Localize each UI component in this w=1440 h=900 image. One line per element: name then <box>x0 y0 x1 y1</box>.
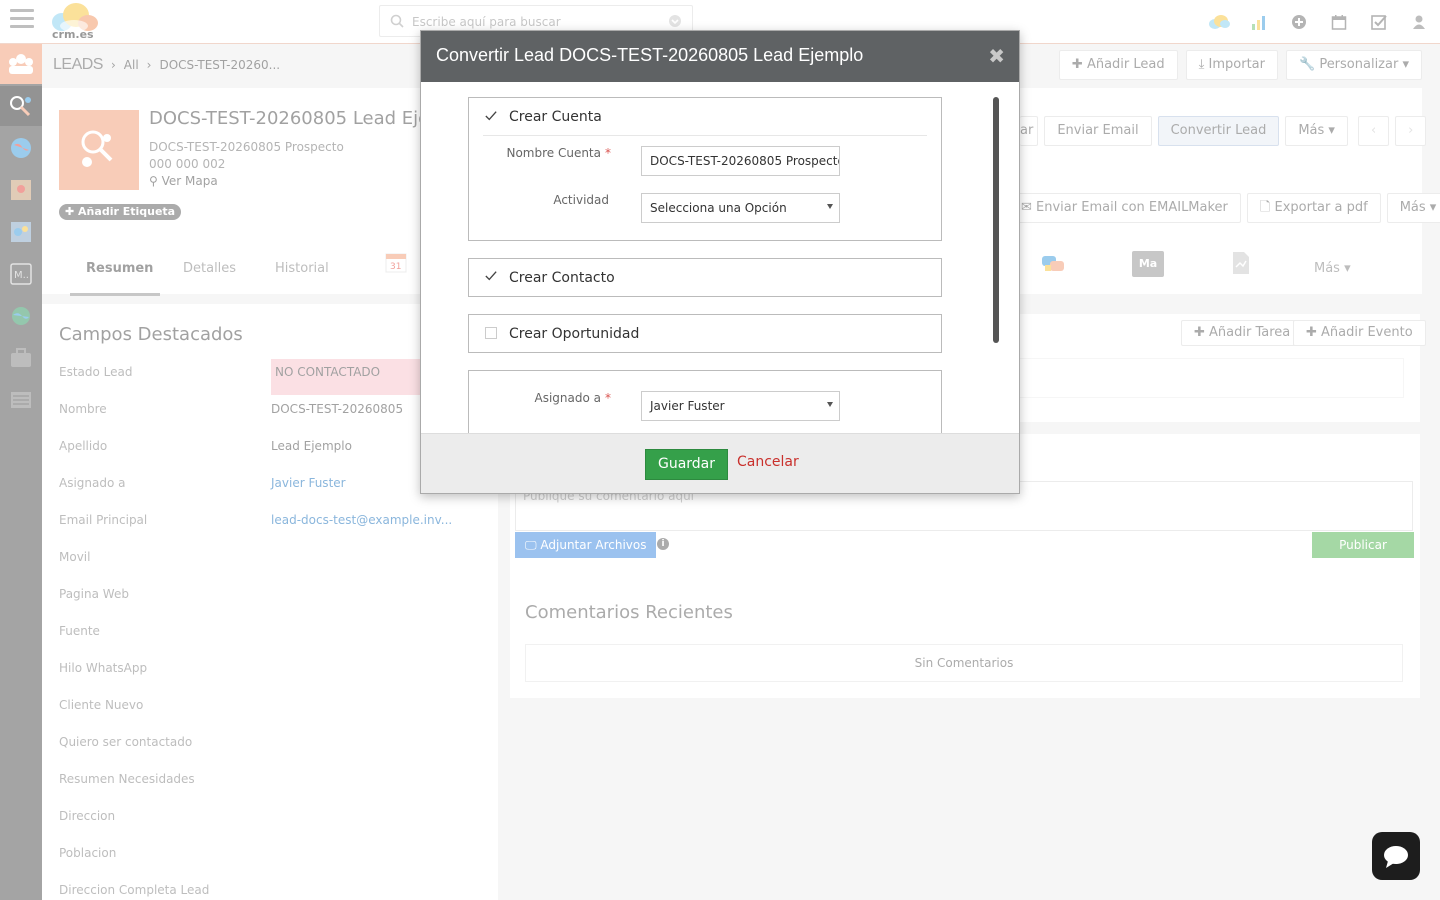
activity-select-value: Selecciona una Opción <box>650 201 787 215</box>
account-section: Crear Cuenta Nombre Cuenta * DOCS-TEST-20… <box>468 97 942 241</box>
activity-label: Actividad <box>553 193 609 207</box>
modal-scrollbar[interactable] <box>993 97 999 343</box>
convert-lead-modal: Convertir Lead DOCS-TEST-20260805 Lead E… <box>420 30 1020 494</box>
account-name-input[interactable]: DOCS-TEST-20260805 Prospecto <box>641 146 840 176</box>
account-name-label-text: Nombre Cuenta <box>506 146 601 160</box>
dropdown-arrow-icon <box>827 402 833 407</box>
assigned-label: Asignado a * <box>489 391 612 405</box>
assigned-select-value: Javier Fuster <box>650 399 725 413</box>
create-account-label[interactable]: Crear Cuenta <box>509 109 602 125</box>
assigned-select[interactable]: Javier Fuster <box>641 391 840 421</box>
section-divider <box>483 135 927 136</box>
account-name-label: Nombre Cuenta * <box>489 146 611 160</box>
activity-select[interactable]: Selecciona una Opción <box>641 193 840 223</box>
create-contact-checkbox[interactable] <box>485 270 497 282</box>
create-account-checkbox[interactable] <box>485 110 497 122</box>
modal-body: Crear Cuenta Nombre Cuenta * DOCS-TEST-20… <box>421 82 1019 433</box>
assigned-section: Asignado a * Javier Fuster <box>468 370 942 433</box>
chat-bubble-icon[interactable] <box>1372 832 1420 880</box>
required-mark: * <box>605 391 611 405</box>
create-opportunity-checkbox[interactable] <box>485 327 497 339</box>
cancel-button[interactable]: Cancelar <box>737 454 799 470</box>
create-opportunity-label[interactable]: Crear Oportunidad <box>509 326 639 342</box>
dropdown-arrow-icon <box>827 204 833 209</box>
opportunity-section: Crear Oportunidad <box>468 314 942 353</box>
contact-section: Crear Contacto <box>468 258 942 297</box>
required-mark: * <box>605 146 611 160</box>
modal-footer: Guardar Cancelar <box>421 433 1019 493</box>
save-button[interactable]: Guardar <box>645 449 728 480</box>
close-icon[interactable]: ✖ <box>988 44 1005 68</box>
create-contact-label[interactable]: Crear Contacto <box>509 270 615 286</box>
assigned-label-text: Asignado a <box>534 391 602 405</box>
modal-header: Convertir Lead DOCS-TEST-20260805 Lead E… <box>421 31 1019 82</box>
modal-title: Convertir Lead DOCS-TEST-20260805 Lead E… <box>436 45 864 65</box>
